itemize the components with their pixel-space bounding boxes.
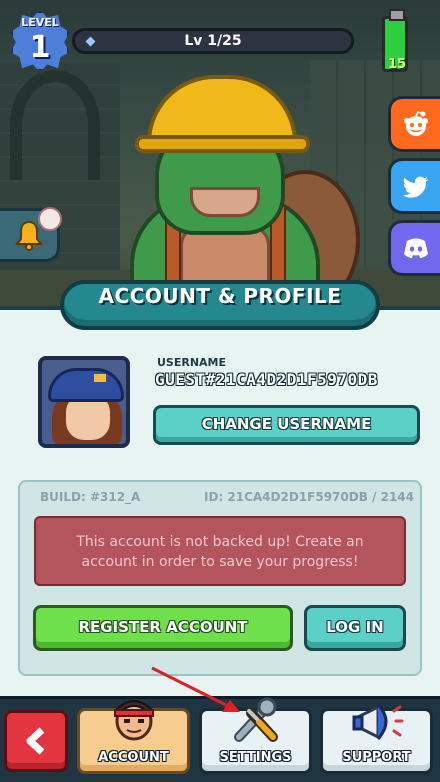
avatar[interactable] [38, 356, 130, 448]
level-value: 1 [29, 30, 51, 65]
account-id: ID: 21CA4D2D1F5970DB / 2144 [203, 490, 414, 504]
nav-settings-button[interactable]: SETTINGS [199, 697, 312, 774]
nav-account-label: ACCOUNT [98, 750, 169, 765]
build-number: BUILD: #312_A [40, 490, 141, 504]
level-label: LEVEL [21, 16, 59, 29]
nav-settings-label: SETTINGS [219, 750, 292, 765]
username-value: GUEST#21CA4D2D1F5970DB [155, 370, 378, 389]
chevron-left-icon [26, 727, 45, 755]
wrench-screwdriver-icon [233, 697, 278, 742]
character-mouth [190, 187, 260, 217]
megaphone-icon [352, 703, 403, 740]
discord-icon [403, 238, 428, 258]
back-button[interactable] [4, 710, 68, 772]
xp-progress-bar: Lv 1/25 [72, 28, 354, 54]
panel-title-banner: ACCOUNT & PROFILE [60, 280, 380, 330]
nav-account-button[interactable]: ACCOUNT [77, 700, 190, 774]
panel-title: ACCOUNT & PROFILE [98, 284, 342, 308]
twitter-icon [402, 176, 428, 198]
nav-support-label: SUPPORT [342, 750, 411, 765]
energy-battery[interactable]: 15 [382, 9, 408, 72]
level-badge[interactable]: LEVEL 1 [10, 10, 70, 72]
notification-ball-icon [38, 207, 62, 231]
avatar-cap [48, 368, 124, 402]
register-account-button[interactable]: REGISTER ACCOUNT [33, 605, 293, 651]
change-username-button[interactable]: CHANGE USERNAME [153, 405, 420, 445]
turtle-character [85, 75, 360, 320]
discord-button[interactable] [388, 220, 440, 276]
log-in-button[interactable]: LOG IN [304, 605, 406, 651]
avatar-cap-badge [94, 374, 106, 382]
reddit-icon [403, 110, 428, 136]
username-label: USERNAME [157, 356, 227, 369]
energy-value: 15 [387, 57, 407, 72]
xp-text: Lv 1/25 [184, 33, 242, 49]
twitter-button[interactable] [388, 158, 440, 214]
nav-support-button[interactable]: SUPPORT [320, 703, 433, 774]
notifications-button[interactable] [0, 207, 62, 262]
account-avatar-icon [113, 700, 154, 741]
warning-line-2: account in order to save your progress! [81, 554, 359, 570]
reddit-button[interactable] [388, 96, 440, 152]
backup-warning: This account is not backed up! Create an… [34, 516, 406, 586]
warning-line-1: This account is not backed up! Create an [76, 534, 364, 550]
hard-hat-brim [135, 135, 310, 153]
